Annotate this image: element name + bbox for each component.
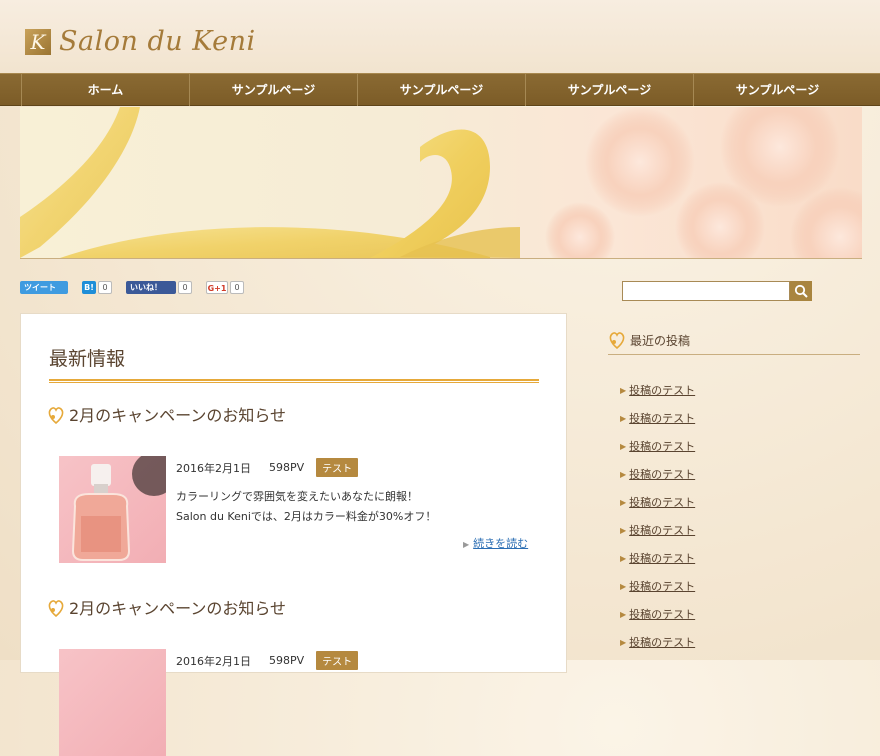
post-date: 2016年2月1日 bbox=[176, 461, 251, 475]
post-title[interactable]: 2月のキャンペーンのお知らせ bbox=[69, 402, 286, 426]
main-content-card: 最新情報 2月のキャンペーンのお知らせ 2016年2月1日 598PV テスト … bbox=[20, 313, 567, 756]
list-item[interactable]: ▶ 投稿のテスト bbox=[620, 544, 695, 572]
site-title: Salon du Keni bbox=[59, 26, 256, 57]
tweet-button[interactable]: ツイート bbox=[20, 281, 68, 294]
triangle-right-icon: ▶ bbox=[620, 581, 627, 591]
post-thumbnail[interactable] bbox=[59, 649, 166, 756]
search-icon bbox=[794, 284, 808, 298]
list-item[interactable]: ▶ 投稿のテスト bbox=[620, 488, 695, 516]
list-item[interactable]: ▶ 投稿のテスト bbox=[620, 376, 695, 404]
post-pageviews: 598PV bbox=[269, 654, 305, 667]
triangle-right-icon: ▶ bbox=[620, 413, 627, 423]
triangle-right-icon: ▶ bbox=[620, 441, 627, 451]
logo-mark-icon: K bbox=[25, 28, 51, 55]
facebook-like-label: いいね！ bbox=[130, 283, 162, 292]
recent-post-link[interactable]: 投稿のテスト bbox=[629, 606, 695, 622]
nav-item-home[interactable]: ホーム bbox=[21, 74, 189, 106]
post-excerpt: カラーリングで雰囲気を変えたいあなたに朗報！ Salon du Keniでは、2… bbox=[176, 487, 436, 527]
post-meta: 2016年2月1日 598PV テスト bbox=[176, 651, 359, 670]
triangle-right-icon: ▶ bbox=[620, 609, 627, 619]
sidebar-title: 最近の投稿 bbox=[630, 334, 691, 348]
triangle-right-icon: ▶ bbox=[620, 553, 627, 563]
category-badge[interactable]: テスト bbox=[316, 458, 359, 477]
hero-image bbox=[20, 107, 862, 258]
page-title: 最新情報 bbox=[49, 348, 126, 370]
recent-post-link[interactable]: 投稿のテスト bbox=[629, 494, 695, 510]
perfume-bottle-image bbox=[71, 456, 166, 561]
heart-ornament-icon bbox=[609, 332, 625, 350]
recent-post-link[interactable]: 投稿のテスト bbox=[629, 550, 695, 566]
nav-item-sample-1[interactable]: サンプルページ bbox=[189, 74, 357, 106]
post-title[interactable]: 2月のキャンペーンのお知らせ bbox=[69, 595, 286, 619]
triangle-right-icon: ▶ bbox=[620, 637, 627, 647]
global-nav: ホーム サンプルページ サンプルページ サンプルページ サンプルページ bbox=[0, 73, 880, 106]
facebook-like-button[interactable]: いいね！ bbox=[126, 281, 176, 294]
sidebar-heading: 最近の投稿 bbox=[608, 328, 860, 355]
search-button[interactable] bbox=[790, 281, 812, 301]
heart-ornament-icon bbox=[48, 407, 64, 425]
heart-ornament-icon bbox=[48, 600, 64, 618]
hero-ribbon-roses-illustration bbox=[20, 107, 862, 258]
post-meta: 2016年2月1日 598PV テスト bbox=[176, 458, 359, 477]
search-input[interactable] bbox=[622, 281, 790, 301]
triangle-right-icon: ▶ bbox=[620, 497, 627, 507]
list-item[interactable]: ▶ 投稿のテスト bbox=[620, 600, 695, 628]
triangle-right-icon: ▶ bbox=[620, 469, 627, 479]
recent-post-link[interactable]: 投稿のテスト bbox=[629, 466, 695, 482]
nav-item-sample-4[interactable]: サンプルページ bbox=[693, 74, 861, 106]
nav-item-sample-2[interactable]: サンプルページ bbox=[357, 74, 525, 106]
category-badge[interactable]: テスト bbox=[316, 651, 359, 670]
hatena-count: 0 bbox=[98, 281, 112, 294]
site-logo[interactable]: K Salon du Keni bbox=[25, 26, 256, 57]
hatena-bookmark-button[interactable]: B! bbox=[82, 281, 96, 294]
hero-divider bbox=[20, 258, 862, 259]
triangle-right-icon: ▶ bbox=[620, 525, 627, 535]
list-item[interactable]: ▶ 投稿のテスト bbox=[620, 460, 695, 488]
gplus-button[interactable]: G+1 bbox=[206, 281, 228, 294]
post-date: 2016年2月1日 bbox=[176, 654, 251, 668]
gplus-count: 0 bbox=[230, 281, 244, 294]
triangle-right-icon: ▶ bbox=[463, 540, 470, 549]
recent-post-link[interactable]: 投稿のテスト bbox=[629, 382, 695, 398]
social-share-bar: ツイート B! 0 いいね！ 0 G+1 0 bbox=[20, 281, 244, 294]
site-header: K Salon du Keni bbox=[0, 0, 880, 73]
recent-post-link[interactable]: 投稿のテスト bbox=[629, 578, 695, 594]
post-pageviews: 598PV bbox=[269, 461, 305, 474]
recent-post-link[interactable]: 投稿のテスト bbox=[629, 634, 695, 650]
list-item[interactable]: ▶ 投稿のテスト bbox=[620, 432, 695, 460]
post-title-row: 2月のキャンペーンのお知らせ bbox=[47, 595, 286, 619]
triangle-right-icon: ▶ bbox=[620, 385, 627, 395]
recent-post-link[interactable]: 投稿のテスト bbox=[629, 410, 695, 426]
recent-post-link[interactable]: 投稿のテスト bbox=[629, 438, 695, 454]
read-more-link[interactable]: ▶ 続きを読む bbox=[463, 535, 528, 551]
post-title-row: 2月のキャンペーンのお知らせ bbox=[47, 402, 286, 426]
list-item[interactable]: ▶ 投稿のテスト bbox=[620, 572, 695, 600]
title-underline bbox=[49, 379, 539, 383]
list-item[interactable]: ▶ 投稿のテスト bbox=[620, 628, 695, 656]
excerpt-line: Salon du Keniでは、2月はカラー料金が30%オフ！ bbox=[176, 510, 437, 523]
nav-item-sample-3[interactable]: サンプルページ bbox=[525, 74, 693, 106]
excerpt-line: カラーリングで雰囲気を変えたいあなたに朗報！ bbox=[176, 490, 418, 503]
list-item[interactable]: ▶ 投稿のテスト bbox=[620, 404, 695, 432]
read-more-label: 続きを読む bbox=[473, 537, 529, 550]
list-item[interactable]: ▶ 投稿のテスト bbox=[620, 516, 695, 544]
recent-posts-list: ▶ 投稿のテスト ▶ 投稿のテスト ▶ 投稿のテスト ▶ 投稿のテスト ▶ 投稿のテスト … bbox=[620, 376, 695, 656]
facebook-count: 0 bbox=[178, 281, 192, 294]
tweet-label: ツイート bbox=[24, 283, 56, 292]
recent-post-link[interactable]: 投稿のテスト bbox=[629, 522, 695, 538]
post-thumbnail[interactable] bbox=[59, 456, 166, 563]
